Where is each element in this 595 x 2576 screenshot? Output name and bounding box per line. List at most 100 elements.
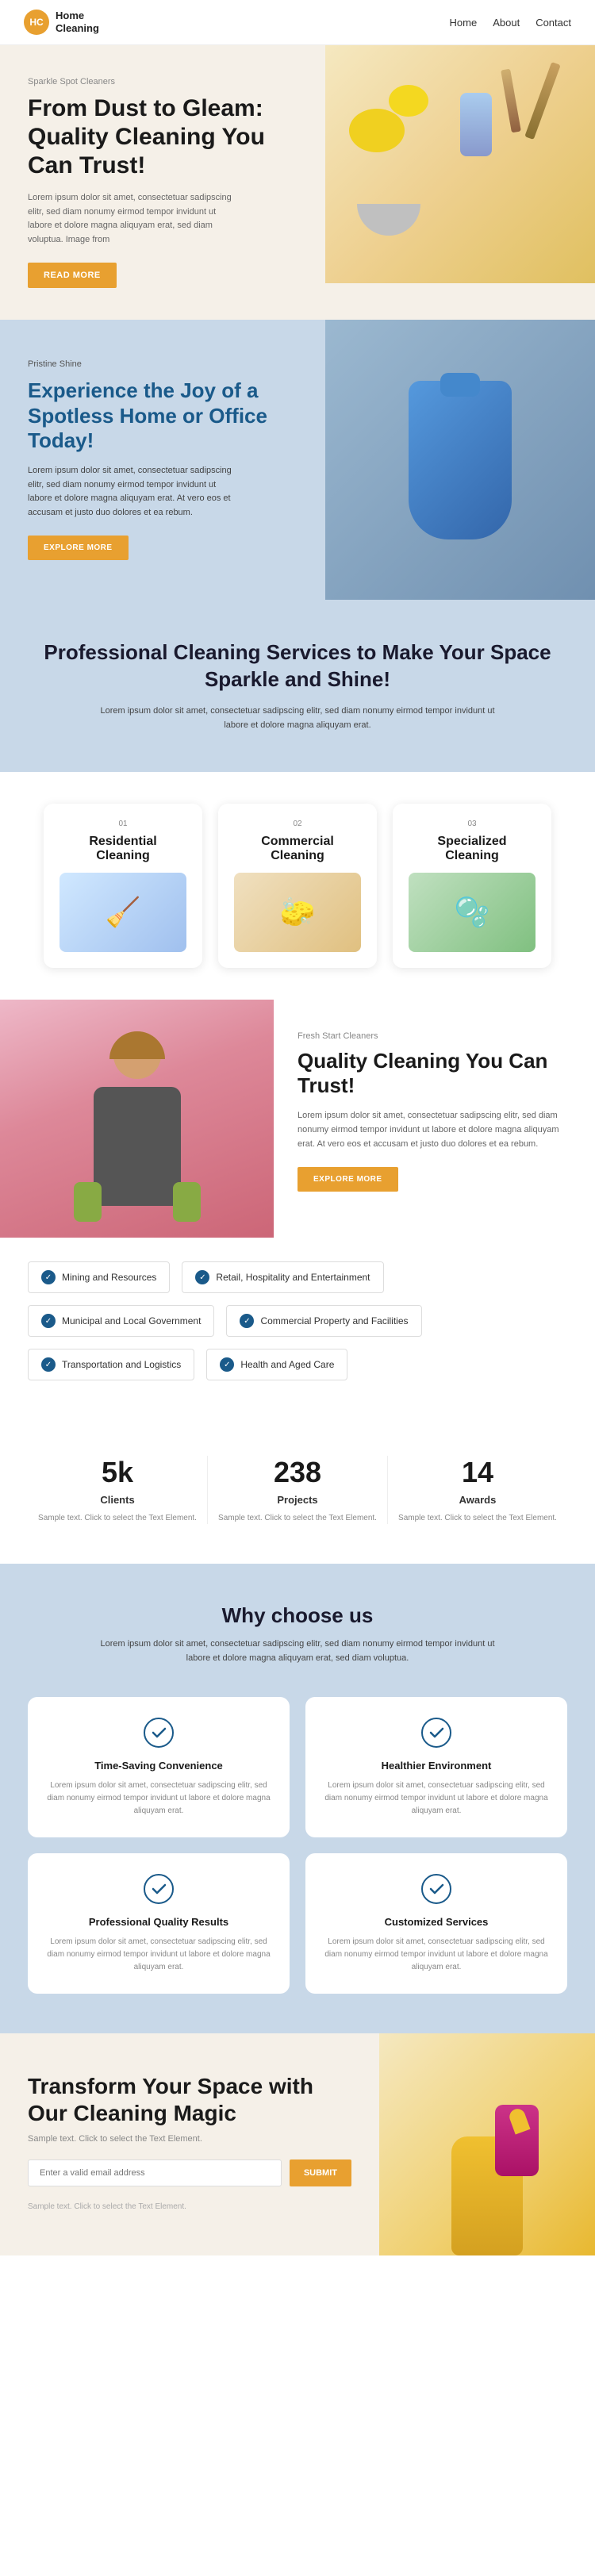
stat-desc-projects: Sample text. Click to select the Text El… bbox=[216, 1512, 379, 1524]
why-card-healthier: Healthier Environment Lorem ipsum dolor … bbox=[305, 1697, 567, 1837]
stat-number-awards: 14 bbox=[396, 1456, 559, 1489]
why-title: Why choose us bbox=[28, 1603, 567, 1628]
stat-label-awards: Awards bbox=[396, 1494, 559, 1506]
spotless-eyebrow: Pristine Shine bbox=[28, 359, 298, 369]
quality-title: Quality Cleaning You Can Trust! bbox=[298, 1049, 571, 1098]
nav-link-contact[interactable]: Contact bbox=[536, 17, 571, 29]
hero-title: From Dust to Gleam: Quality Cleaning You… bbox=[28, 94, 266, 180]
nav-links: Home About Contact bbox=[450, 17, 571, 29]
cards-row: 01 ResidentialCleaning 🧹 02 CommercialCl… bbox=[24, 804, 571, 968]
stat-label-clients: Clients bbox=[36, 1494, 199, 1506]
logo-icon: HC bbox=[24, 10, 49, 35]
nav-link-home[interactable]: Home bbox=[450, 17, 478, 29]
logo[interactable]: HC Home Cleaning bbox=[24, 10, 99, 35]
why-header: Why choose us Lorem ipsum dolor sit amet… bbox=[28, 1603, 567, 1665]
hero-content: Sparkle Spot Cleaners From Dust to Gleam… bbox=[0, 45, 325, 320]
tag-check-icon-3: ✓ bbox=[41, 1314, 56, 1328]
why-card-title-2: Healthier Environment bbox=[321, 1760, 551, 1772]
why-card-title-4: Customized Services bbox=[321, 1916, 551, 1928]
customized-icon bbox=[420, 1873, 452, 1905]
hero-eyebrow: Sparkle Spot Cleaners bbox=[28, 77, 298, 86]
card-image-1: 🧹 bbox=[60, 873, 186, 952]
why-card-timesaving: Time-Saving Convenience Lorem ipsum dolo… bbox=[28, 1697, 290, 1837]
tags-row-1: ✓ Mining and Resources ✓ Retail, Hospita… bbox=[28, 1261, 567, 1293]
card-title-3: SpecializedCleaning bbox=[409, 835, 536, 863]
stat-projects: 238 Projects Sample text. Click to selec… bbox=[208, 1440, 387, 1540]
cta-content: Transform Your Space with Our Cleaning M… bbox=[0, 2033, 379, 2255]
navbar: HC Home Cleaning Home About Contact bbox=[0, 0, 595, 45]
quality-content: Fresh Start Cleaners Quality Cleaning Yo… bbox=[274, 1000, 595, 1238]
professional-title: Professional Cleaning Services to Make Y… bbox=[28, 639, 567, 693]
card-title-2: CommercialCleaning bbox=[234, 835, 361, 863]
logo-text: Home Cleaning bbox=[56, 10, 99, 34]
why-card-customized: Customized Services Lorem ipsum dolor si… bbox=[305, 1853, 567, 1994]
cta-image bbox=[379, 2033, 595, 2255]
card-title-1: ResidentialCleaning bbox=[60, 835, 186, 863]
tag-transportation: ✓ Transportation and Logistics bbox=[28, 1349, 194, 1380]
card-number-1: 01 bbox=[60, 820, 186, 828]
nav-link-about[interactable]: About bbox=[493, 17, 520, 29]
quality-image bbox=[0, 1000, 274, 1238]
tag-municipal: ✓ Municipal and Local Government bbox=[28, 1305, 214, 1337]
timesaving-icon bbox=[143, 1717, 175, 1749]
tag-check-icon-5: ✓ bbox=[41, 1357, 56, 1372]
spotless-body: Lorem ipsum dolor sit amet, consectetuar… bbox=[28, 464, 234, 520]
tag-retail: ✓ Retail, Hospitality and Entertainment bbox=[182, 1261, 383, 1293]
cta-form: SUBMIT bbox=[28, 2159, 351, 2186]
stat-number-projects: 238 bbox=[216, 1456, 379, 1489]
cta-footer-text: Sample text. Click to select the Text El… bbox=[28, 2202, 351, 2211]
stat-desc-clients: Sample text. Click to select the Text El… bbox=[36, 1512, 199, 1524]
quality-cta-button[interactable]: EXPLORE MORE bbox=[298, 1167, 398, 1192]
why-body: Lorem ipsum dolor sit amet, consectetuar… bbox=[99, 1637, 496, 1665]
spotless-cta-button[interactable]: EXPLORE MORE bbox=[28, 536, 129, 560]
why-section: Why choose us Lorem ipsum dolor sit amet… bbox=[0, 1564, 595, 2033]
card-number-3: 03 bbox=[409, 820, 536, 828]
quality-section: Fresh Start Cleaners Quality Cleaning Yo… bbox=[0, 1000, 595, 1238]
spotless-image bbox=[325, 320, 595, 600]
quality-body: Lorem ipsum dolor sit amet, consectetuar… bbox=[298, 1109, 571, 1151]
card-commercial: 02 CommercialCleaning 🧽 bbox=[218, 804, 377, 968]
tag-check-icon-6: ✓ bbox=[220, 1357, 234, 1372]
why-card-professional: Professional Quality Results Lorem ipsum… bbox=[28, 1853, 290, 1994]
cta-submit-button[interactable]: SUBMIT bbox=[290, 2159, 351, 2186]
tags-row-2: ✓ Municipal and Local Government ✓ Comme… bbox=[28, 1305, 567, 1337]
why-card-body-1: Lorem ipsum dolor sit amet, consectetuar… bbox=[44, 1779, 274, 1818]
card-image-3: 🫧 bbox=[409, 873, 536, 952]
spotless-content: Pristine Shine Experience the Joy of a S… bbox=[0, 320, 325, 600]
card-specialized: 03 SpecializedCleaning 🫧 bbox=[393, 804, 551, 968]
professional-icon bbox=[143, 1873, 175, 1905]
tag-check-icon-2: ✓ bbox=[195, 1270, 209, 1284]
hero-cta-button[interactable]: READ MORE bbox=[28, 263, 117, 288]
cta-subtitle: Sample text. Click to select the Text El… bbox=[28, 2134, 351, 2144]
cta-title: Transform Your Space with Our Cleaning M… bbox=[28, 2073, 351, 2126]
cards-section: 01 ResidentialCleaning 🧹 02 CommercialCl… bbox=[0, 772, 595, 1000]
hero-body: Lorem ipsum dolor sit amet, consectetuar… bbox=[28, 191, 234, 247]
stats-section: 5k Clients Sample text. Click to select … bbox=[0, 1416, 595, 1564]
tag-check-icon-4: ✓ bbox=[240, 1314, 254, 1328]
stat-awards: 14 Awards Sample text. Click to select t… bbox=[388, 1440, 567, 1540]
spotless-title: Experience the Joy of a Spotless Home or… bbox=[28, 378, 298, 453]
stat-number-clients: 5k bbox=[36, 1456, 199, 1489]
why-card-body-4: Lorem ipsum dolor sit amet, consectetuar… bbox=[321, 1936, 551, 1974]
cta-email-input[interactable] bbox=[28, 2159, 282, 2186]
tag-mining: ✓ Mining and Resources bbox=[28, 1261, 170, 1293]
professional-section: Professional Cleaning Services to Make Y… bbox=[0, 600, 595, 772]
card-number-2: 02 bbox=[234, 820, 361, 828]
why-card-title-3: Professional Quality Results bbox=[44, 1916, 274, 1928]
tag-check-icon: ✓ bbox=[41, 1270, 56, 1284]
spotless-section: Pristine Shine Experience the Joy of a S… bbox=[0, 320, 595, 600]
card-residential: 01 ResidentialCleaning 🧹 bbox=[44, 804, 202, 968]
quality-eyebrow: Fresh Start Cleaners bbox=[298, 1031, 571, 1041]
why-card-body-3: Lorem ipsum dolor sit amet, consectetuar… bbox=[44, 1936, 274, 1974]
stat-label-projects: Projects bbox=[216, 1494, 379, 1506]
tags-section: ✓ Mining and Resources ✓ Retail, Hospita… bbox=[0, 1238, 595, 1416]
tag-health: ✓ Health and Aged Care bbox=[206, 1349, 347, 1380]
tags-row-3: ✓ Transportation and Logistics ✓ Health … bbox=[28, 1349, 567, 1380]
stat-clients: 5k Clients Sample text. Click to select … bbox=[28, 1440, 207, 1540]
cta-section: Transform Your Space with Our Cleaning M… bbox=[0, 2033, 595, 2255]
why-card-title-1: Time-Saving Convenience bbox=[44, 1760, 274, 1772]
why-card-body-2: Lorem ipsum dolor sit amet, consectetuar… bbox=[321, 1779, 551, 1818]
stat-desc-awards: Sample text. Click to select the Text El… bbox=[396, 1512, 559, 1524]
healthier-icon bbox=[420, 1717, 452, 1749]
tag-commercial-property: ✓ Commercial Property and Facilities bbox=[226, 1305, 421, 1337]
